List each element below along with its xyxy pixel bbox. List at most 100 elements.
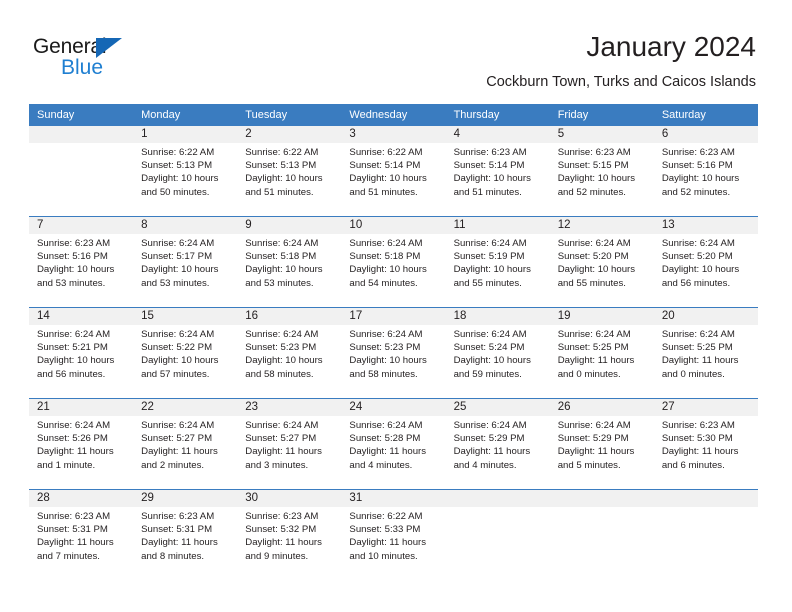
day-cell[interactable]: 27 Sunrise: 6:23 AM Sunset: 5:30 PM Dayligh… xyxy=(653,398,758,490)
sunset-text: Sunset: 5:28 PM xyxy=(349,433,421,445)
day-cell[interactable]: 11 Sunrise: 6:24 AM Sunset: 5:19 PM Dayligh… xyxy=(445,216,550,308)
daylight-text-line2: and 8 minutes. xyxy=(141,550,205,562)
day-cell-empty xyxy=(445,489,550,580)
day-cell[interactable]: 1 Sunrise: 6:22 AM Sunset: 5:13 PM Daylight… xyxy=(133,126,238,217)
day-sun-info: Sunrise: 6:23 AM Sunset: 5:16 PM Daylight:… xyxy=(29,234,133,290)
day-cell[interactable]: 9 Sunrise: 6:24 AM Sunset: 5:18 PM Daylight… xyxy=(237,216,342,308)
day-number xyxy=(445,490,550,507)
day-number xyxy=(653,490,758,507)
sunset-text: Sunset: 5:21 PM xyxy=(37,342,108,354)
sunrise-text: Sunrise: 6:23 AM xyxy=(661,420,735,431)
daylight-text-line1: Daylight: 10 hours xyxy=(453,355,531,367)
day-number: 3 xyxy=(341,126,446,143)
day-cell[interactable]: 26 Sunrise: 6:24 AM Sunset: 5:29 PM Dayligh… xyxy=(549,398,654,490)
day-cell[interactable]: 8 Sunrise: 6:24 AM Sunset: 5:17 PM Daylight… xyxy=(133,216,238,308)
day-number: 30 xyxy=(237,490,342,507)
day-sun-info: Sunrise: 6:22 AM Sunset: 5:13 PM Daylight:… xyxy=(237,143,341,199)
day-cell[interactable]: 2 Sunrise: 6:22 AM Sunset: 5:13 PM Daylight… xyxy=(237,126,342,217)
day-sun-info: Sunrise: 6:24 AM Sunset: 5:28 PM Daylight:… xyxy=(341,416,445,472)
day-sun-info: Sunrise: 6:24 AM Sunset: 5:29 PM Daylight:… xyxy=(446,416,550,472)
day-cell[interactable]: 24 Sunrise: 6:24 AM Sunset: 5:28 PM Dayligh… xyxy=(341,398,446,490)
sunset-text: Sunset: 5:26 PM xyxy=(37,433,108,445)
day-number: 31 xyxy=(341,490,446,507)
sunrise-text: Sunrise: 6:23 AM xyxy=(37,511,111,522)
daylight-text-line2: and 0 minutes. xyxy=(557,368,621,380)
day-cell[interactable]: 4 Sunrise: 6:23 AM Sunset: 5:14 PM Daylight… xyxy=(445,126,550,217)
sunrise-text: Sunrise: 6:24 AM xyxy=(37,420,111,431)
day-cell[interactable]: 25 Sunrise: 6:24 AM Sunset: 5:29 PM Dayligh… xyxy=(445,398,550,490)
calendar-week-row: 28 Sunrise: 6:23 AM Sunset: 5:31 PM Dayligh… xyxy=(29,489,758,580)
sunset-text: Sunset: 5:22 PM xyxy=(141,342,213,354)
day-cell[interactable]: 12 Sunrise: 6:24 AM Sunset: 5:20 PM Dayligh… xyxy=(549,216,654,308)
daylight-text-line1: Daylight: 10 hours xyxy=(453,264,531,276)
logo-text-blue: Blue xyxy=(61,56,104,79)
sunset-text: Sunset: 5:23 PM xyxy=(245,342,317,354)
day-cell[interactable]: 20 Sunrise: 6:24 AM Sunset: 5:25 PM Dayligh… xyxy=(653,307,758,399)
day-cell[interactable]: 22 Sunrise: 6:24 AM Sunset: 5:27 PM Dayligh… xyxy=(133,398,238,490)
day-cell[interactable]: 19 Sunrise: 6:24 AM Sunset: 5:25 PM Dayligh… xyxy=(549,307,654,399)
daylight-text-line2: and 56 minutes. xyxy=(37,368,106,380)
daylight-text-line1: Daylight: 10 hours xyxy=(245,355,323,367)
sunset-text: Sunset: 5:30 PM xyxy=(661,433,733,445)
sunrise-text: Sunrise: 6:24 AM xyxy=(661,329,735,340)
day-sun-info: Sunrise: 6:23 AM Sunset: 5:31 PM Daylight:… xyxy=(29,507,133,563)
day-cell[interactable]: 30 Sunrise: 6:23 AM Sunset: 5:32 PM Dayligh… xyxy=(237,489,342,580)
day-number: 9 xyxy=(237,217,342,234)
day-cell[interactable]: 31 Sunrise: 6:22 AM Sunset: 5:33 PM Dayligh… xyxy=(341,489,446,580)
weekday-header-sunday: Sunday xyxy=(29,104,134,126)
day-cell[interactable]: 16 Sunrise: 6:24 AM Sunset: 5:23 PM Dayligh… xyxy=(237,307,342,399)
daylight-text-line1: Daylight: 10 hours xyxy=(349,355,427,367)
day-cell[interactable]: 29 Sunrise: 6:23 AM Sunset: 5:31 PM Dayligh… xyxy=(133,489,238,580)
day-cell[interactable]: 5 Sunrise: 6:23 AM Sunset: 5:15 PM Daylight… xyxy=(549,126,654,217)
daylight-text-line2: and 53 minutes. xyxy=(245,277,314,289)
day-cell[interactable]: 10 Sunrise: 6:24 AM Sunset: 5:18 PM Dayligh… xyxy=(341,216,446,308)
calendar-body: 1 Sunrise: 6:22 AM Sunset: 5:13 PM Daylight… xyxy=(29,126,758,580)
day-cell[interactable]: 6 Sunrise: 6:23 AM Sunset: 5:16 PM Daylight… xyxy=(653,126,758,217)
day-cell[interactable]: 14 Sunrise: 6:24 AM Sunset: 5:21 PM Dayligh… xyxy=(29,307,134,399)
sunrise-text: Sunrise: 6:24 AM xyxy=(661,238,735,249)
sunrise-text: Sunrise: 6:22 AM xyxy=(141,147,215,158)
day-cell[interactable]: 21 Sunrise: 6:24 AM Sunset: 5:26 PM Dayligh… xyxy=(29,398,134,490)
day-sun-info: Sunrise: 6:24 AM Sunset: 5:27 PM Daylight:… xyxy=(133,416,237,472)
sunrise-text: Sunrise: 6:24 AM xyxy=(349,420,423,431)
daylight-text-line1: Daylight: 10 hours xyxy=(661,264,740,276)
sunrise-text: Sunrise: 6:24 AM xyxy=(141,420,215,431)
sunrise-text: Sunrise: 6:23 AM xyxy=(245,511,319,522)
day-sun-info: Sunrise: 6:23 AM Sunset: 5:14 PM Daylight:… xyxy=(446,143,550,199)
day-cell[interactable]: 18 Sunrise: 6:24 AM Sunset: 5:24 PM Dayligh… xyxy=(445,307,550,399)
weekday-header-wednesday: Wednesday xyxy=(341,104,446,126)
sunrise-text: Sunrise: 6:24 AM xyxy=(349,238,423,249)
day-cell[interactable]: 15 Sunrise: 6:24 AM Sunset: 5:22 PM Dayligh… xyxy=(133,307,238,399)
sunset-text: Sunset: 5:27 PM xyxy=(245,433,317,445)
day-sun-info: Sunrise: 6:24 AM Sunset: 5:17 PM Daylight:… xyxy=(133,234,237,290)
daylight-text-line2: and 58 minutes. xyxy=(349,368,418,380)
day-sun-info: Sunrise: 6:24 AM Sunset: 5:23 PM Daylight:… xyxy=(341,325,445,381)
sunset-text: Sunset: 5:20 PM xyxy=(661,251,733,263)
day-sun-info: Sunrise: 6:24 AM Sunset: 5:25 PM Daylight:… xyxy=(550,325,654,381)
sunrise-text: Sunrise: 6:24 AM xyxy=(141,238,215,249)
sunset-text: Sunset: 5:18 PM xyxy=(245,251,317,263)
day-number: 23 xyxy=(237,399,342,416)
sunrise-text: Sunrise: 6:24 AM xyxy=(37,329,111,340)
sunrise-text: Sunrise: 6:24 AM xyxy=(557,238,631,249)
day-cell[interactable]: 17 Sunrise: 6:24 AM Sunset: 5:23 PM Dayligh… xyxy=(341,307,446,399)
daylight-text-line2: and 1 minute. xyxy=(37,459,96,471)
calendar-week-row: 1 Sunrise: 6:22 AM Sunset: 5:13 PM Daylight… xyxy=(29,126,758,217)
sunrise-text: Sunrise: 6:22 AM xyxy=(245,147,319,158)
sunrise-text: Sunrise: 6:24 AM xyxy=(245,238,319,249)
sunrise-text: Sunrise: 6:24 AM xyxy=(453,238,527,249)
day-cell[interactable]: 13 Sunrise: 6:24 AM Sunset: 5:20 PM Dayligh… xyxy=(653,216,758,308)
sunset-text: Sunset: 5:20 PM xyxy=(557,251,629,263)
day-number: 27 xyxy=(653,399,758,416)
weekday-header-tuesday: Tuesday xyxy=(237,104,342,126)
day-cell[interactable]: 23 Sunrise: 6:24 AM Sunset: 5:27 PM Dayligh… xyxy=(237,398,342,490)
day-cell[interactable]: 3 Sunrise: 6:22 AM Sunset: 5:14 PM Daylight… xyxy=(341,126,446,217)
day-cell[interactable]: 7 Sunrise: 6:23 AM Sunset: 5:16 PM Daylight… xyxy=(29,216,134,308)
calendar-header-row: Sunday Monday Tuesday Wednesday Thursday… xyxy=(29,104,758,126)
day-cell[interactable]: 28 Sunrise: 6:23 AM Sunset: 5:31 PM Dayligh… xyxy=(29,489,134,580)
day-number: 15 xyxy=(133,308,238,325)
day-sun-info: Sunrise: 6:24 AM Sunset: 5:24 PM Daylight:… xyxy=(446,325,550,381)
page-subtitle: Cockburn Town, Turks and Caicos Islands xyxy=(486,74,756,90)
sunset-text: Sunset: 5:16 PM xyxy=(661,160,733,172)
day-sun-info: Sunrise: 6:24 AM Sunset: 5:29 PM Daylight:… xyxy=(550,416,654,472)
